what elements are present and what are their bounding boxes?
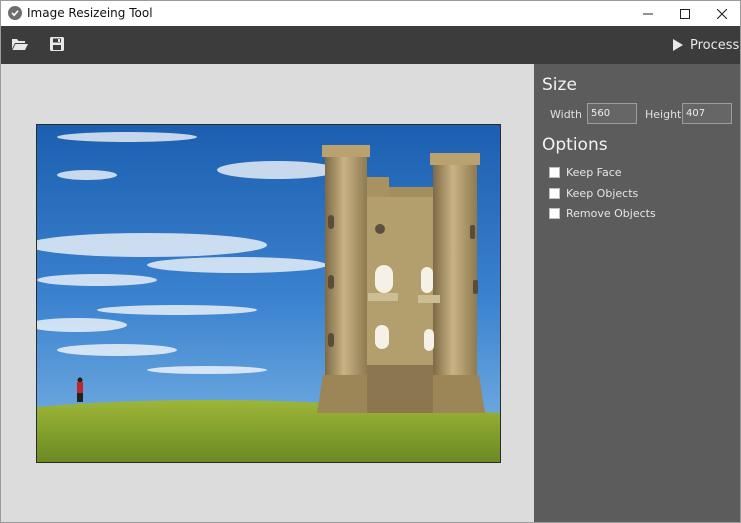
height-label: Height [645,108,682,121]
checkbox-label: Keep Face [566,166,622,179]
keep-objects-checkbox[interactable]: Keep Objects [549,187,638,200]
folder-open-icon[interactable] [11,36,29,52]
size-section-title: Size [542,75,577,95]
play-icon [673,39,683,51]
options-section-title: Options [542,135,608,155]
toolbar: Process [1,26,740,64]
width-input[interactable] [587,103,637,124]
process-button[interactable]: Process [673,36,739,54]
image-canvas [1,64,534,522]
height-input[interactable] [682,103,732,124]
minimize-icon [643,13,653,14]
minimize-button[interactable] [629,1,667,26]
title-bar: Image Resizeing Tool [1,1,740,26]
preview-image [36,124,501,463]
width-label: Width [550,108,582,121]
checkbox-box[interactable] [549,188,560,199]
checkbox-label: Keep Objects [566,187,639,200]
process-label: Process [690,37,740,53]
maximize-button[interactable] [666,1,704,26]
checkbox-box[interactable] [549,167,560,178]
checkbox-label: Remove Objects [566,207,656,220]
window-title: Image Resizeing Tool [27,6,153,20]
app-logo-icon [8,6,22,20]
maximize-icon [680,8,690,19]
keep-face-checkbox[interactable]: Keep Face [549,166,622,179]
settings-panel: Size Width Height Options Keep Face Keep… [534,64,740,522]
close-icon [717,8,727,19]
close-button[interactable] [703,1,740,26]
app-window: Image Resizeing Tool Process Size Width … [0,0,741,523]
remove-objects-checkbox[interactable]: Remove Objects [549,207,656,220]
save-icon[interactable] [49,36,67,52]
checkbox-box[interactable] [549,208,560,219]
